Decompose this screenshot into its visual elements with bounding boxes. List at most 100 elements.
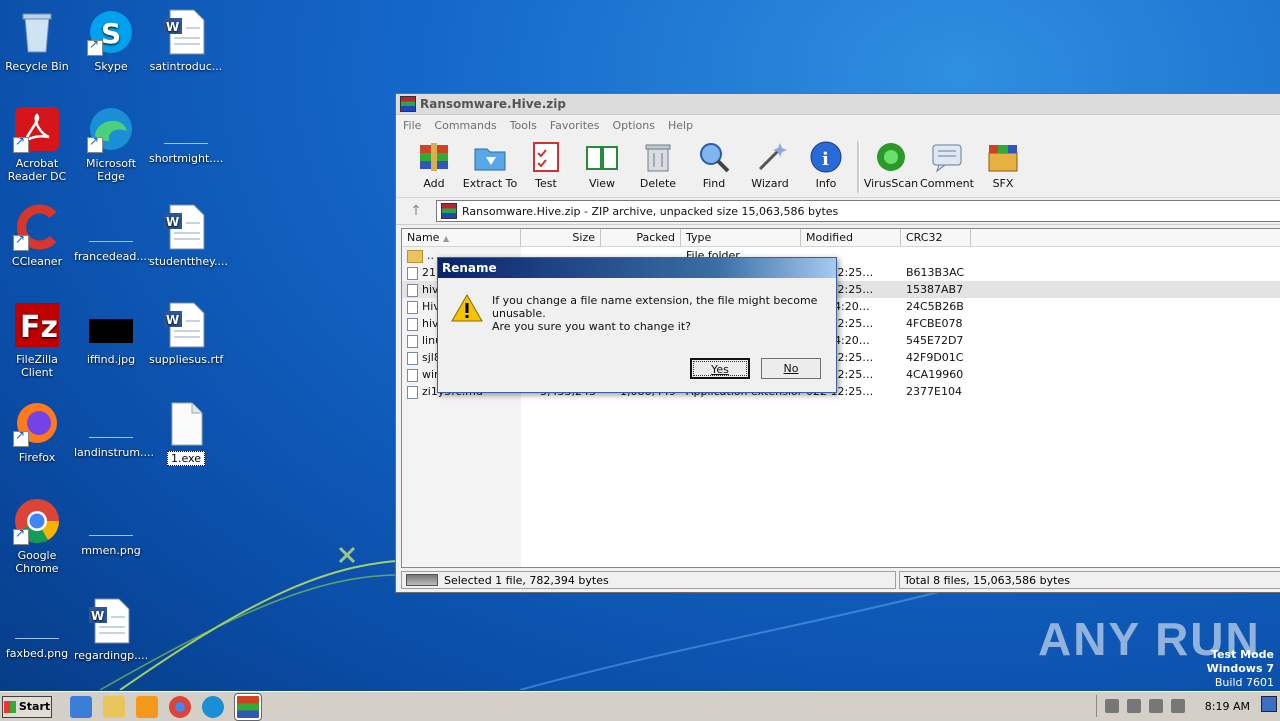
edge-icon (87, 105, 135, 153)
delete-button[interactable]: Delete (630, 135, 686, 190)
chrome-icon (13, 497, 61, 545)
desktop-icon-acrobat[interactable]: Acrobat Reader DC (0, 105, 74, 183)
desktop-icon-studentthey[interactable]: W studentthey.... (149, 203, 228, 268)
test-checklist-icon (528, 139, 564, 175)
word-doc-icon: W (162, 203, 210, 251)
desktop-icon-suppliesus[interactable]: W suppliesus.rtf (149, 301, 223, 366)
path-field[interactable]: Ransomware.Hive.zip - ZIP archive, unpac… (436, 200, 1280, 222)
up-arrow-icon[interactable]: ↑ (396, 203, 436, 219)
edge-taskbar-icon[interactable] (202, 695, 224, 718)
chrome-taskbar-icon[interactable] (169, 695, 191, 718)
media-player-icon[interactable] (136, 695, 158, 718)
desktop-icon-iffind[interactable]: iffind.jpg (74, 301, 148, 366)
extract-folder-icon (472, 139, 508, 175)
find-magnifier-icon (696, 139, 732, 175)
svg-text:W: W (166, 215, 179, 229)
column-header-modified[interactable]: Modified (801, 229, 901, 246)
view-button[interactable]: View (574, 135, 630, 190)
desktop-icon-1exe[interactable]: 1.exe (149, 399, 223, 466)
file-icon (407, 266, 418, 280)
menu-commands[interactable]: Commands (427, 119, 502, 132)
desktop-icon-francedead[interactable]: francedead.... (74, 203, 150, 263)
menu-options[interactable]: Options (606, 119, 661, 132)
dialog-title[interactable]: Rename (438, 258, 836, 278)
menu-file[interactable]: File (396, 119, 427, 132)
yes-button[interactable]: Yes (690, 358, 750, 379)
desktop-icon-mmen[interactable]: mmen.png (74, 497, 148, 557)
windows-flag-icon (3, 700, 16, 713)
network-icon[interactable] (1126, 699, 1141, 713)
skype-icon: S (87, 8, 135, 56)
add-archive-icon (416, 139, 452, 175)
desktop-icon-filezilla[interactable]: Fz FileZilla Client (0, 301, 74, 379)
desktop-icon-shortmight[interactable]: shortmight.... (149, 105, 223, 165)
desktop-icon-edge[interactable]: Microsoft Edge (74, 105, 148, 183)
image-file-icon (89, 507, 133, 536)
desktop-icon-regardingp[interactable]: W regardingp.... (74, 597, 148, 662)
delete-trash-icon (640, 139, 676, 175)
firefox-icon (13, 399, 61, 447)
word-doc-icon: W (162, 301, 210, 349)
recycle-bin-icon (13, 8, 61, 56)
desktop-icon-chrome[interactable]: Google Chrome (0, 497, 74, 575)
show-desktop-icon[interactable] (1261, 696, 1277, 712)
column-header-name[interactable]: Name ▲ (402, 229, 521, 246)
find-button[interactable]: Find (686, 135, 742, 190)
sfx-button[interactable]: SFX (975, 135, 1031, 190)
window-titlebar[interactable]: Ransomware.Hive.zip (396, 94, 1280, 115)
desktop-icon-ccleaner[interactable]: CCleaner (0, 203, 74, 268)
rename-dialog[interactable]: Rename If you change a file name extensi… (437, 257, 837, 393)
desktop-icon-landinstrum[interactable]: landinstrum.... (74, 399, 154, 459)
add-button[interactable]: Add (406, 135, 462, 190)
winrar-taskbar-icon[interactable] (234, 692, 262, 721)
desktop-icon-satintroduc[interactable]: W satintroduc... (149, 8, 223, 73)
info-button[interactable]: i Info (798, 135, 854, 190)
svg-text:W: W (166, 20, 179, 34)
extract-to-button[interactable]: Extract To (462, 135, 518, 190)
image-file-icon (15, 610, 59, 639)
dialog-question: Are you sure you want to change it? (492, 320, 691, 333)
winrar-icon (400, 96, 416, 112)
status-bar: Selected 1 file, 782,394 bytes Total 8 f… (401, 571, 1280, 589)
action-center-flag-icon[interactable] (1148, 699, 1163, 713)
dialog-message: If you change a file name extension, the… (492, 294, 818, 320)
column-header-crc[interactable]: CRC32 (901, 229, 971, 246)
folder-up-icon (407, 249, 423, 263)
menu-favorites[interactable]: Favorites (543, 119, 606, 132)
archive-icon (441, 203, 457, 219)
desktop-icon-faxbed[interactable]: faxbed.png (0, 600, 74, 660)
ie-icon[interactable] (70, 695, 92, 718)
desktop-icon-firefox[interactable]: Firefox (0, 399, 74, 464)
column-header-row: Name ▲ Size Packed Type Modified CRC32 (402, 229, 1280, 247)
drive-icon[interactable] (406, 574, 438, 586)
file-icon (407, 283, 418, 297)
clock[interactable]: 8:19 AM (1205, 700, 1250, 713)
usb-icon[interactable] (1170, 699, 1185, 713)
file-icon (407, 385, 418, 399)
volume-icon[interactable] (1104, 699, 1119, 713)
column-header-size[interactable]: Size (521, 229, 601, 246)
sfx-box-icon (985, 139, 1021, 175)
comment-button[interactable]: Comment (919, 135, 975, 190)
test-button[interactable]: Test (518, 135, 574, 190)
virusscan-button[interactable]: VirusScan (863, 135, 919, 190)
view-book-icon (584, 139, 620, 175)
start-button[interactable]: Start (2, 695, 52, 718)
exe-file-icon (162, 399, 210, 447)
file-icon (407, 368, 418, 382)
toolbar: Add Extract To Test View Delete Find Wiz… (396, 135, 1280, 198)
desktop-icon-skype[interactable]: S Skype (74, 8, 148, 73)
svg-text:S: S (101, 17, 121, 50)
virusscan-bug-icon (873, 139, 909, 175)
column-header-packed[interactable]: Packed (601, 229, 681, 246)
toolbar-separator (857, 141, 860, 193)
menu-tools[interactable]: Tools (503, 119, 543, 132)
column-header-type[interactable]: Type (681, 229, 801, 246)
menu-help[interactable]: Help (661, 119, 699, 132)
no-button[interactable]: No (761, 358, 821, 379)
desktop-icon-recycle-bin[interactable]: Recycle Bin (0, 8, 74, 73)
wizard-wand-icon (752, 139, 788, 175)
wizard-button[interactable]: Wizard (742, 135, 798, 190)
explorer-folder-icon[interactable] (103, 695, 125, 718)
svg-text:Fz: Fz (20, 310, 58, 345)
